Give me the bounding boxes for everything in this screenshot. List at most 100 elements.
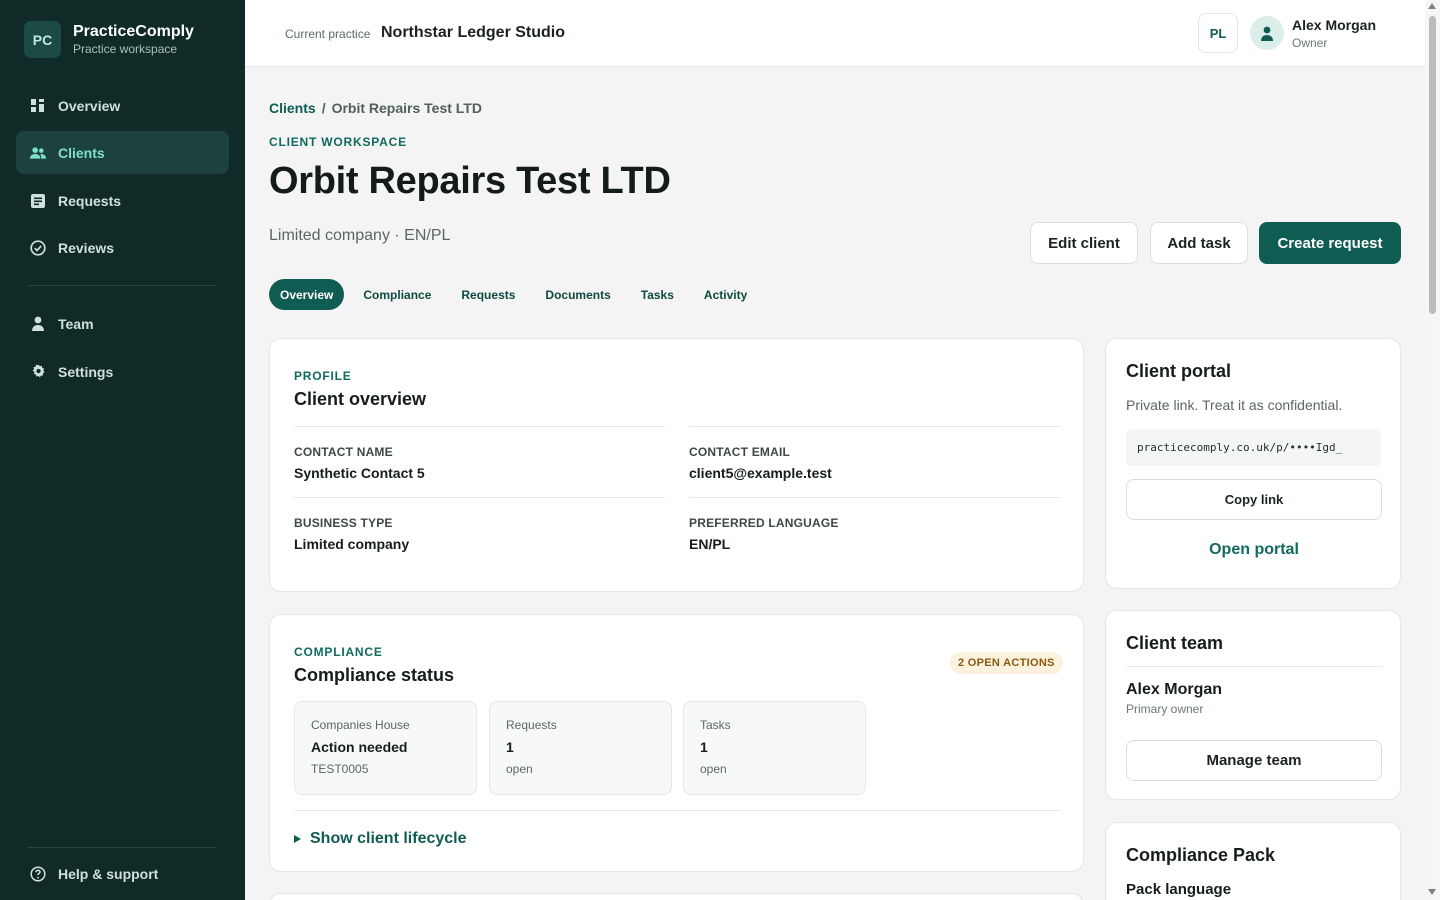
tab-tasks[interactable]: Tasks — [630, 279, 685, 310]
sidebar-item-reviews[interactable]: Reviews — [16, 226, 229, 269]
team-title: Client team — [1126, 633, 1224, 653]
requests-stat: Requests 1 open — [489, 701, 672, 795]
open-actions-badge: 2 OPEN ACTIONS — [950, 652, 1063, 674]
scroll-down-arrow-icon[interactable] — [1428, 889, 1436, 895]
stat-value: 1 — [700, 739, 708, 755]
stat-label: Requests — [506, 718, 557, 732]
pack-language-label: Pack language — [1126, 881, 1232, 898]
stat-label: Companies House — [311, 718, 410, 732]
sidebar-divider — [28, 285, 216, 286]
tab-documents[interactable]: Documents — [534, 279, 621, 310]
compliance-title: Compliance status — [294, 665, 455, 685]
lifecycle-label: Show client lifecycle — [310, 830, 467, 847]
language-switch-button[interactable]: PL — [1198, 13, 1238, 53]
breadcrumb-current: Orbit Repairs Test LTD — [331, 100, 482, 116]
help-support-link[interactable]: Help & support — [16, 852, 229, 895]
next-card — [269, 893, 1084, 900]
pack-title: Compliance Pack — [1126, 845, 1276, 865]
divider — [294, 426, 665, 427]
profile-title: Client overview — [294, 389, 427, 409]
grid-icon — [30, 98, 46, 114]
client-tabs: Overview Compliance Requests Documents T… — [269, 279, 766, 310]
create-request-button[interactable]: Create request — [1259, 222, 1401, 264]
sidebar-item-label: Reviews — [58, 239, 115, 256]
topbar: Current practice Northstar Ledger Studio… — [245, 0, 1425, 67]
business-type-value: Limited company — [294, 536, 410, 552]
portal-title: Client portal — [1126, 361, 1232, 381]
contact-name-label: CONTACT NAME — [294, 445, 393, 459]
user-avatar-icon — [1261, 26, 1273, 41]
disclosure-triangle-icon — [294, 835, 301, 843]
tab-requests[interactable]: Requests — [450, 279, 526, 310]
show-lifecycle-toggle[interactable]: Show client lifecycle — [294, 830, 467, 848]
divider — [689, 426, 1061, 427]
sidebar-divider — [28, 847, 216, 848]
workspace-eyebrow: CLIENT WORKSPACE — [269, 135, 407, 149]
companies-house-stat: Companies House Action needed TEST0005 — [294, 701, 477, 795]
sidebar-item-requests[interactable]: Requests — [16, 179, 229, 222]
edit-client-button[interactable]: Edit client — [1030, 222, 1138, 264]
page-scrollbar[interactable] — [1425, 0, 1440, 900]
brand-subtitle: Practice workspace — [73, 42, 178, 56]
preferred-language-label: PREFERRED LANGUAGE — [689, 516, 839, 530]
team-member-role: Primary owner — [1126, 702, 1204, 716]
contact-name-value: Synthetic Contact 5 — [294, 465, 425, 481]
preferred-language-value: EN/PL — [689, 536, 731, 552]
stat-sub: open — [700, 762, 727, 776]
sidebar-item-label: Team — [58, 315, 94, 332]
user-name[interactable]: Alex Morgan — [1292, 17, 1376, 33]
brand[interactable]: PC PracticeComply Practice workspace — [24, 21, 194, 58]
compliance-eyebrow: COMPLIANCE — [294, 645, 383, 659]
stat-sub: open — [506, 762, 533, 776]
divider — [294, 810, 1061, 811]
sidebar-item-label: Settings — [58, 363, 114, 380]
sidebar-item-clients[interactable]: Clients — [16, 131, 229, 174]
page-subtitle: Limited company · EN/PL — [269, 227, 451, 244]
breadcrumb: Clients / Orbit Repairs Test LTD — [269, 100, 482, 116]
sidebar: PC PracticeComply Practice workspace Ove… — [0, 0, 245, 900]
open-portal-link[interactable]: Open portal — [1126, 541, 1382, 559]
user-icon — [30, 316, 46, 332]
tab-compliance[interactable]: Compliance — [352, 279, 442, 310]
contact-email-label: CONTACT EMAIL — [689, 445, 791, 459]
divider — [294, 497, 665, 498]
tab-overview[interactable]: Overview — [269, 279, 345, 310]
sidebar-item-label: Overview — [58, 97, 121, 114]
add-task-button[interactable]: Add task — [1150, 222, 1248, 264]
current-practice-name[interactable]: Northstar Ledger Studio — [381, 24, 565, 42]
sidebar-item-team[interactable]: Team — [16, 302, 229, 345]
sidebar-item-overview[interactable]: Overview — [16, 84, 229, 127]
help-icon — [30, 865, 46, 882]
sidebar-item-label: Clients — [58, 144, 105, 161]
client-portal-card: Client portal Private link. Treat it as … — [1105, 338, 1401, 589]
client-team-card: Client team Alex Morgan Primary owner Ma… — [1105, 610, 1401, 800]
sidebar-item-label: Requests — [58, 192, 122, 209]
gear-icon — [30, 364, 46, 380]
inbox-icon — [30, 193, 46, 209]
brand-name: PracticeComply — [73, 23, 194, 40]
tab-activity[interactable]: Activity — [693, 279, 758, 310]
users-icon — [30, 145, 46, 161]
copy-link-button[interactable]: Copy link — [1126, 479, 1382, 520]
contact-email-value: client5@example.test — [689, 465, 832, 481]
stat-value: 1 — [506, 739, 514, 755]
tasks-stat: Tasks 1 open — [683, 701, 866, 795]
check-circle-icon — [30, 239, 46, 256]
client-overview-card: PROFILE Client overview CONTACT NAME Syn… — [269, 338, 1084, 592]
business-type-label: BUSINESS TYPE — [294, 516, 393, 530]
sidebar-item-settings[interactable]: Settings — [16, 350, 229, 393]
brand-logo: PC — [24, 21, 61, 58]
compliance-status-card: COMPLIANCE Compliance status 2 OPEN ACTI… — [269, 614, 1084, 872]
scroll-up-arrow-icon[interactable] — [1428, 3, 1436, 9]
portal-description: Private link. Treat it as confidential. — [1126, 397, 1343, 413]
current-practice-label: Current practice — [285, 27, 371, 41]
avatar[interactable] — [1250, 16, 1284, 50]
stat-value: Action needed — [311, 739, 408, 755]
scroll-thumb[interactable] — [1429, 16, 1436, 314]
user-role: Owner — [1292, 36, 1328, 50]
divider — [689, 497, 1061, 498]
portal-url-field[interactable]: practicecomply.co.uk/p/••••Igd_ — [1126, 429, 1381, 466]
help-label: Help & support — [58, 865, 159, 882]
breadcrumb-clients-link[interactable]: Clients — [269, 100, 316, 116]
manage-team-button[interactable]: Manage team — [1126, 740, 1382, 781]
